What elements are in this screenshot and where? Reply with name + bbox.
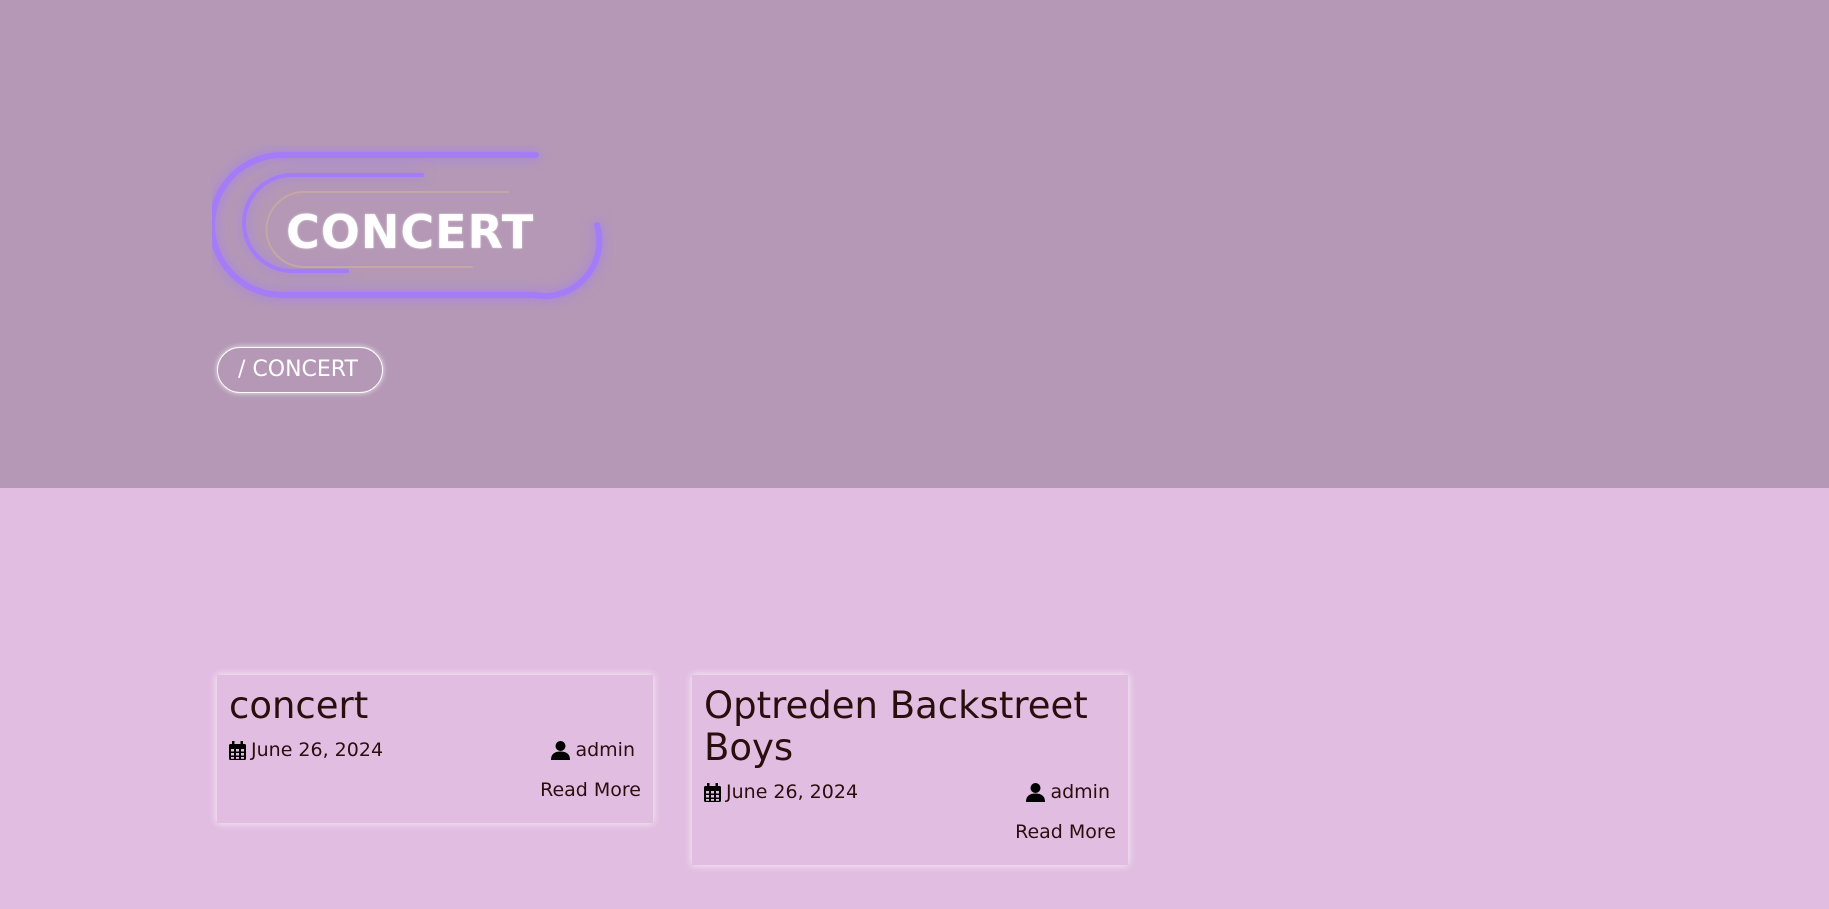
read-more-link[interactable]: Read More xyxy=(704,821,1116,843)
concert-logo: CONCERT xyxy=(212,145,612,310)
post-title[interactable]: Optreden Backstreet Boys xyxy=(704,685,1116,769)
post-date: June 26, 2024 xyxy=(704,781,858,803)
post-date-text: June 26, 2024 xyxy=(726,781,859,803)
calendar-icon xyxy=(229,740,246,760)
post-date-text: June 26, 2024 xyxy=(251,739,384,761)
breadcrumb-label[interactable]: / CONCERT xyxy=(238,347,358,393)
post-author[interactable]: admin xyxy=(1026,781,1110,803)
user-icon xyxy=(1026,782,1046,802)
post-meta: June 26, 2024 admin xyxy=(704,781,1116,803)
read-more-link[interactable]: Read More xyxy=(229,779,641,801)
logo-text: CONCERT xyxy=(286,205,535,259)
post-card: Optreden Backstreet Boys June 26, 2024 a… xyxy=(692,675,1128,865)
user-icon xyxy=(551,740,571,760)
post-author-text[interactable]: admin xyxy=(575,739,635,761)
post-author[interactable]: admin xyxy=(551,739,635,761)
post-title[interactable]: concert xyxy=(229,685,641,727)
hero-banner: CONCERT / CONCERT xyxy=(0,0,1829,488)
post-card: concert June 26, 2024 admin Read More xyxy=(217,675,653,823)
post-date: June 26, 2024 xyxy=(229,739,383,761)
calendar-icon xyxy=(704,782,721,802)
post-author-text[interactable]: admin xyxy=(1050,781,1110,803)
post-meta: June 26, 2024 admin xyxy=(229,739,641,761)
breadcrumb[interactable]: / CONCERT xyxy=(217,347,383,393)
